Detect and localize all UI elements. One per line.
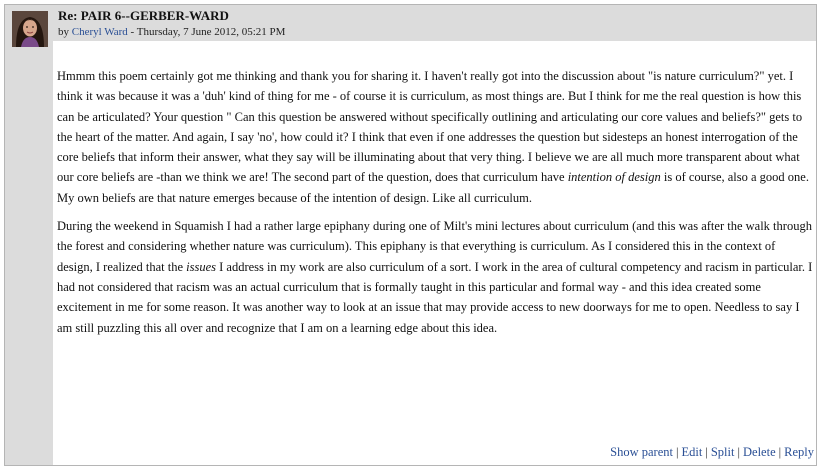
footer-left-column [5, 439, 53, 465]
command-separator: | [705, 445, 708, 459]
command-separator: | [737, 445, 740, 459]
post-subject: Re: PAIR 6--GERBER-WARD [58, 8, 229, 23]
author-link[interactable]: Cheryl Ward [72, 26, 128, 38]
avatar[interactable] [12, 11, 48, 47]
command-separator: | [778, 445, 782, 459]
edit-link[interactable]: Edit [682, 445, 703, 459]
post-commands: Show parent | Edit | Split | Delete | Reply [610, 445, 814, 460]
post-byline: by Cheryl Ward - Thursday, 7 June 2012, … [58, 26, 285, 38]
post-paragraph-1: Hmmm this poem certainly got me thinking… [57, 66, 814, 208]
paragraph-1-text-a: Hmmm this poem certainly got me thinking… [57, 69, 803, 185]
paragraph-2-emphasis: issues [186, 259, 216, 274]
user-photo-icon [12, 11, 48, 47]
post-header: Re: PAIR 6--GERBER-WARD by Cheryl Ward -… [53, 5, 816, 41]
post-content: Hmmm this poem certainly got me thinking… [57, 66, 814, 346]
post-date: - Thursday, 7 June 2012, 05:21 PM [127, 26, 286, 38]
reply-link[interactable]: Reply [784, 445, 814, 459]
delete-link[interactable]: Delete [743, 445, 776, 459]
paragraph-1-emphasis: intention of design [567, 170, 661, 185]
command-separator: | [675, 445, 679, 459]
show-parent-link[interactable]: Show parent [610, 445, 673, 459]
byline-prefix: by [58, 26, 72, 38]
post-footer: Show parent | Edit | Split | Delete | Reply [5, 439, 816, 465]
forum-post: Re: PAIR 6--GERBER-WARD by Cheryl Ward -… [4, 4, 817, 466]
post-picture-column [5, 5, 53, 465]
post-paragraph-2: During the weekend in Squamish I had a r… [57, 216, 814, 338]
split-link[interactable]: Split [711, 445, 735, 459]
